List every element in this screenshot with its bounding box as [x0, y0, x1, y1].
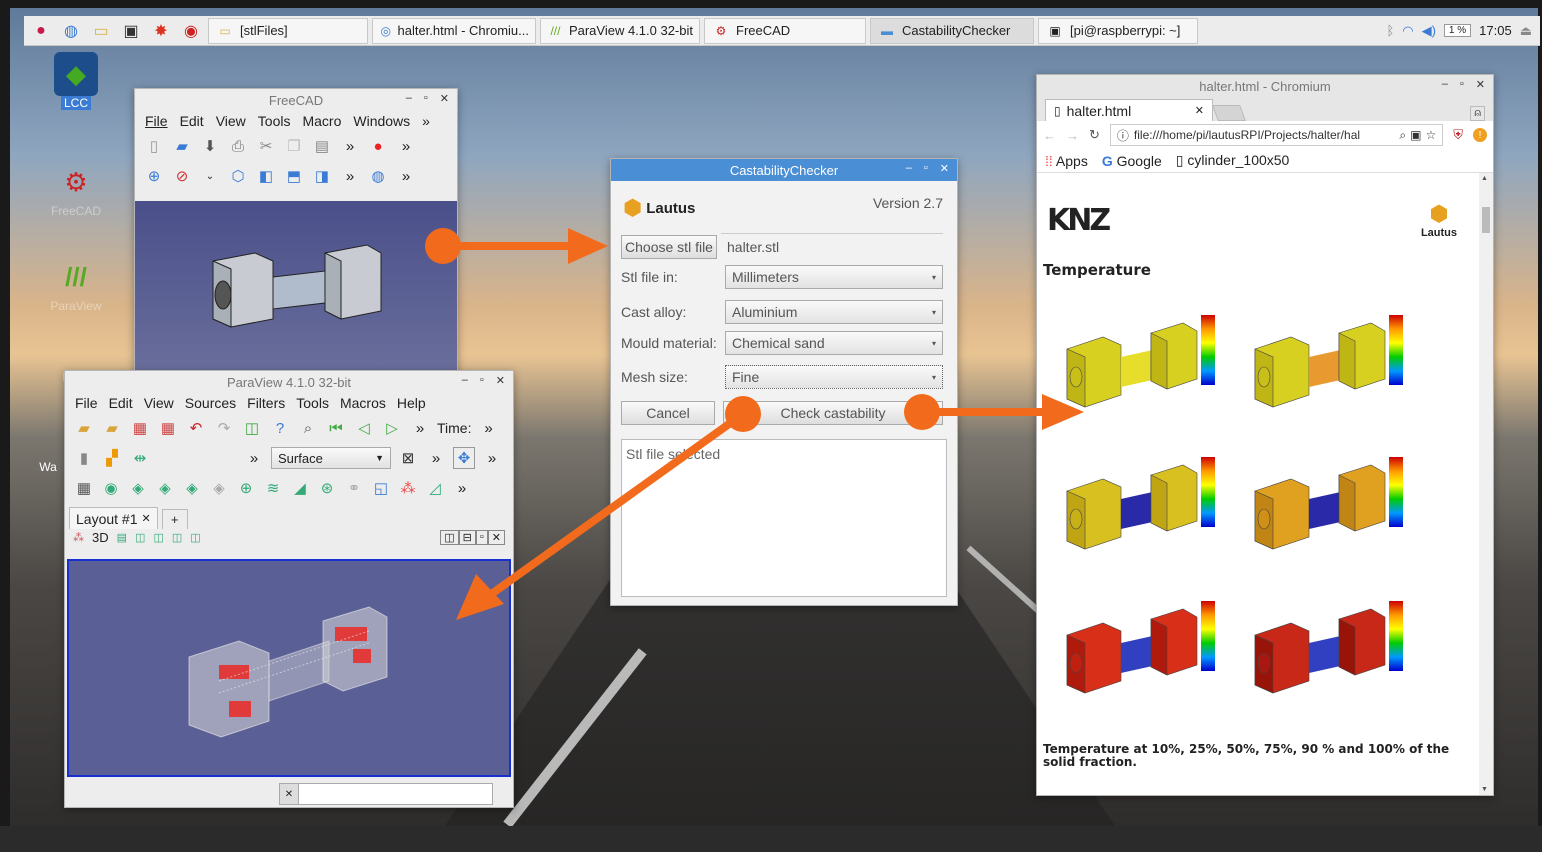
arrow-dialog-to-chromium	[904, 394, 1084, 430]
annotation-arrows	[425, 228, 1084, 620]
arrow-dialog-to-paraview	[456, 396, 761, 620]
arrow-freecad-to-dialog	[425, 228, 608, 264]
